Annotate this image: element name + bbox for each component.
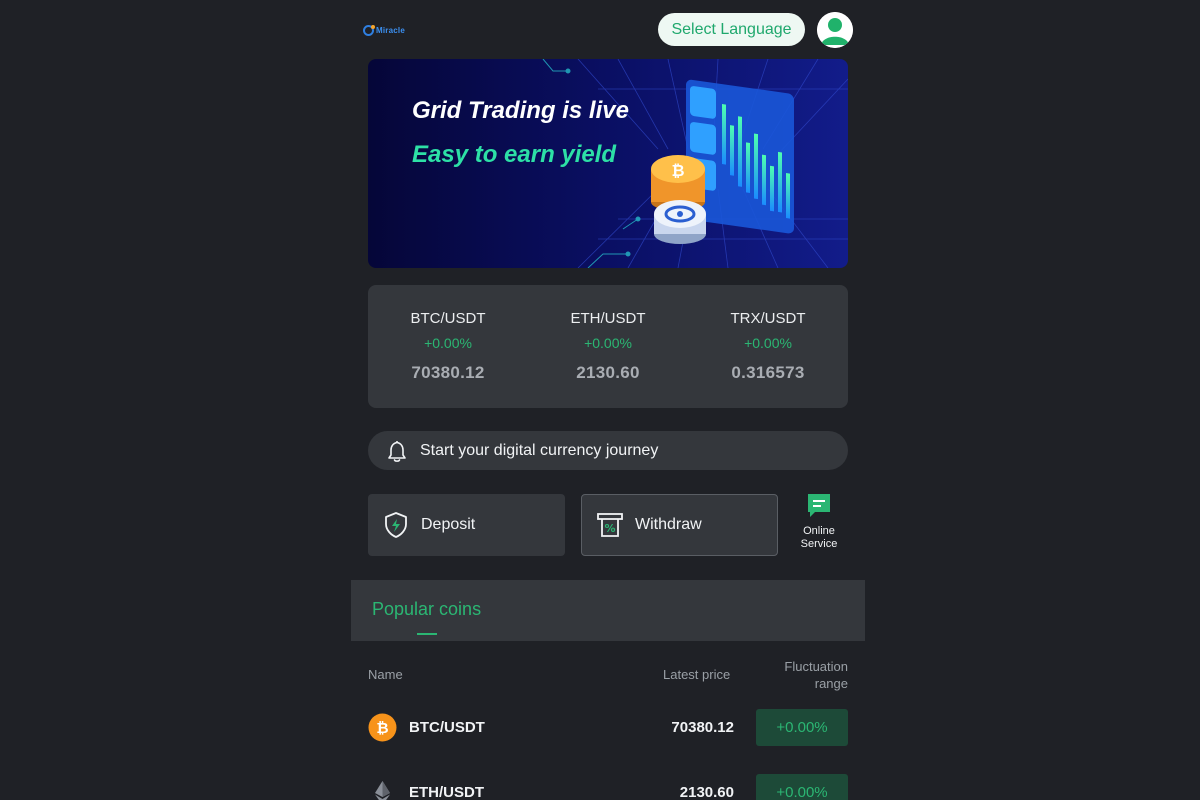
ticker-change: +0.00% <box>424 335 472 351</box>
ticker-item[interactable]: ETH/USDT +0.00% 2130.60 <box>528 285 688 408</box>
app-container: Miracle Select Language ₿ Grid Trading i… <box>351 0 865 800</box>
select-language-button[interactable]: Select Language <box>658 13 805 46</box>
svg-text:%: % <box>604 522 615 535</box>
coin-price: 2130.60 <box>679 784 734 800</box>
svg-text:₿: ₿ <box>376 719 388 737</box>
online-service-button[interactable]: Online Service <box>791 492 847 554</box>
table-row[interactable]: ₿ BTC/USDT 70380.12 +0.00% <box>351 709 865 746</box>
coin-price: 70380.12 <box>671 719 734 736</box>
price-ticker: BTC/USDT +0.00% 70380.12 ETH/USDT +0.00%… <box>368 285 848 408</box>
online-service-label: Online Service <box>791 525 847 551</box>
ticker-price: 70380.12 <box>411 363 485 382</box>
online-service-label-line2: Service <box>800 538 838 550</box>
withdraw-button[interactable]: % Withdraw <box>581 494 778 556</box>
ticker-price: 0.316573 <box>731 363 805 382</box>
chat-icon <box>808 494 830 517</box>
ticker-change: +0.00% <box>744 335 792 351</box>
table-row[interactable]: ETH/USDT 2130.60 +0.00% <box>351 774 865 800</box>
column-header-range-line2: range <box>814 676 848 691</box>
coin-pair: BTC/USDT <box>409 719 485 736</box>
deposit-button[interactable]: Deposit <box>368 494 565 556</box>
ticker-price: 2130.60 <box>576 363 640 382</box>
promo-banner[interactable]: ₿ Grid Trading is live Easy to earn yiel… <box>368 59 848 268</box>
notice-text: Start your digital currency journey <box>420 441 659 459</box>
ticker-pair: BTC/USDT <box>410 310 486 327</box>
coin-pair: ETH/USDT <box>409 784 484 800</box>
popular-coins-tabbar: Popular coins <box>351 580 865 641</box>
ticker-pair: ETH/USDT <box>570 310 646 327</box>
logo[interactable]: Miracle <box>363 23 405 37</box>
header: Miracle Select Language <box>351 0 865 58</box>
receipt-percent-icon: % <box>597 513 623 537</box>
logo-mark-icon <box>363 24 375 36</box>
bell-icon <box>388 440 406 462</box>
deposit-label: Deposit <box>421 516 476 533</box>
coin-change-badge: +0.00% <box>756 709 848 746</box>
column-header-name: Name <box>368 667 403 682</box>
ethereum-icon <box>375 781 390 800</box>
tab-active-indicator <box>417 633 437 635</box>
tab-popular-coins[interactable]: Popular coins <box>372 599 481 620</box>
user-avatar-icon[interactable] <box>817 12 853 48</box>
column-header-range-line1: Fluctuation <box>784 659 848 674</box>
ticker-item[interactable]: TRX/USDT +0.00% 0.316573 <box>688 285 848 408</box>
bitcoin-icon: ₿ <box>368 713 397 742</box>
column-header-latest-price: Latest price <box>663 667 731 682</box>
ticker-pair: TRX/USDT <box>730 310 806 327</box>
coin-change-badge: +0.00% <box>756 774 848 800</box>
logo-text: Miracle <box>376 25 405 35</box>
online-service-label-line1: Online <box>803 525 835 537</box>
shield-lightning-icon <box>385 512 407 538</box>
banner-subtitle: Easy to earn yield <box>412 141 617 168</box>
column-header-fluctuation-range: Fluctuation range <box>771 658 848 692</box>
banner-title: Grid Trading is live <box>412 97 629 124</box>
notice-bar[interactable]: Start your digital currency journey <box>368 431 848 470</box>
withdraw-label: Withdraw <box>635 516 702 533</box>
ticker-change: +0.00% <box>584 335 632 351</box>
svg-text:₿: ₿ <box>671 161 684 180</box>
ticker-item[interactable]: BTC/USDT +0.00% 70380.12 <box>368 285 528 408</box>
